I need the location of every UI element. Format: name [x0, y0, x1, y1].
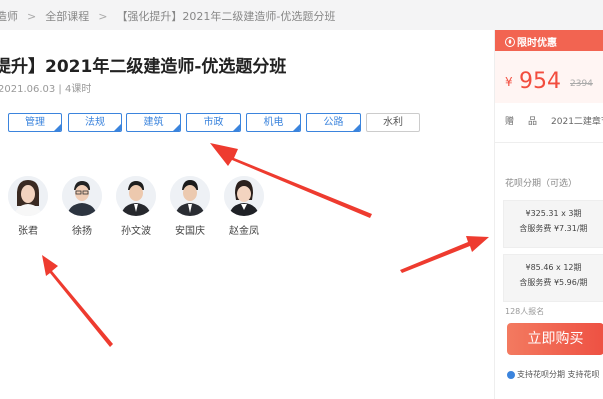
- breadcrumb-item[interactable]: 全部课程: [45, 8, 89, 24]
- price-area: ¥ 954 2394: [495, 51, 603, 103]
- teacher-card[interactable]: 安国庆: [168, 176, 212, 237]
- installment-plan-12[interactable]: ¥85.46 x 12期 含服务费 ¥5.96/期: [503, 254, 603, 302]
- currency-symbol: ¥: [505, 75, 513, 89]
- gift-key: 赠: [505, 117, 515, 127]
- teacher-card[interactable]: 徐扬: [60, 176, 104, 237]
- tag-label: 建筑: [143, 117, 164, 128]
- teacher-card[interactable]: 赵金凤: [222, 176, 266, 237]
- plan-amount: ¥85.46 x 12期: [525, 263, 582, 272]
- tag-label: 法规: [85, 117, 105, 128]
- purchase-panel: 限时优惠 ¥ 954 2394 赠 品 2021二建章节 花呗分期（可选） ¥325…: [494, 30, 603, 399]
- breadcrumb-separator: >: [98, 10, 108, 23]
- original-price: 2394: [570, 79, 593, 89]
- support-text: 支持花呗分期 支持花呗: [517, 370, 600, 379]
- teacher-name: 孙文波: [121, 226, 151, 237]
- teacher-name: 安国庆: [175, 226, 205, 237]
- plan-fee: 含服务费 ¥5.96/期: [519, 278, 588, 287]
- tag-label: 管理: [25, 117, 45, 128]
- gift-row: 赠 品 2021二建章节: [505, 114, 603, 127]
- avatar: [8, 176, 48, 216]
- arrow-to-teachers: [42, 255, 113, 347]
- tag-regulations[interactable]: 法规: [68, 113, 122, 132]
- avatar: [224, 176, 264, 216]
- gift-key-2: 品: [528, 117, 538, 127]
- breadcrumb-separator: >: [27, 10, 37, 23]
- installment-plan-3[interactable]: ¥325.31 x 3期 含服务费 ¥7.31/期: [503, 200, 603, 248]
- breadcrumb-current: 【强化提升】2021年二级建造师-优选题分班: [116, 10, 336, 23]
- tag-label: 机电: [263, 117, 284, 128]
- huabei-icon: [507, 370, 515, 379]
- teacher-card[interactable]: 孙文波: [114, 176, 158, 237]
- tag-highway[interactable]: 公路: [306, 113, 361, 132]
- avatar: [62, 176, 102, 216]
- breadcrumb: 造师 > 全部课程 > 【强化提升】2021年二级建造师-优选题分班: [0, 8, 335, 24]
- tag-municipal[interactable]: 市政: [186, 113, 241, 132]
- tag-water-conservancy[interactable]: 水利: [366, 113, 420, 132]
- avatar: [116, 176, 156, 216]
- breadcrumb-item[interactable]: 造师: [0, 8, 18, 24]
- teacher-name: 赵金凤: [229, 226, 259, 237]
- signup-count: 128人报名: [505, 307, 545, 316]
- plan-fee: 含服务费 ¥7.31/期: [519, 224, 588, 233]
- arrow-to-panel: [400, 236, 489, 273]
- flame-icon: [505, 37, 515, 47]
- promo-banner: 限时优惠: [495, 30, 603, 51]
- teacher-card[interactable]: 张君: [6, 176, 50, 237]
- tag-management[interactable]: 管理: [8, 113, 62, 132]
- tag-label: 市政: [203, 117, 224, 128]
- tag-construction[interactable]: 建筑: [126, 113, 181, 132]
- installment-title: 花呗分期（可选）: [505, 179, 578, 189]
- tag-label: 水利: [383, 117, 403, 128]
- teacher-name: 徐扬: [72, 226, 92, 237]
- tag-electromechanical[interactable]: 机电: [246, 113, 301, 132]
- buy-now-button[interactable]: 立即购买: [507, 323, 603, 355]
- course-meta: 2021.06.03 | 4课时: [0, 84, 92, 95]
- course-page: 造师 > 全部课程 > 【强化提升】2021年二级建造师-优选题分班 提升】2021年二…: [0, 0, 603, 399]
- promo-text: 限时优惠: [517, 38, 557, 49]
- promo-label: 限时优惠: [505, 34, 557, 49]
- gift-value: 2021二建章节: [551, 117, 603, 127]
- breadcrumb-bar: 造师 > 全部课程 > 【强化提升】2021年二级建造师-优选题分班: [0, 0, 603, 30]
- plan-amount: ¥325.31 x 3期: [525, 209, 582, 218]
- tag-label: 公路: [323, 117, 344, 128]
- page-title: 提升】2021年二级建造师-优选题分班: [0, 57, 287, 77]
- avatar: [170, 176, 210, 216]
- support-row: 支持花呗分期 支持花呗: [507, 369, 600, 380]
- divider: [495, 142, 603, 143]
- current-price: 954: [519, 69, 561, 94]
- teacher-name: 张君: [18, 226, 38, 237]
